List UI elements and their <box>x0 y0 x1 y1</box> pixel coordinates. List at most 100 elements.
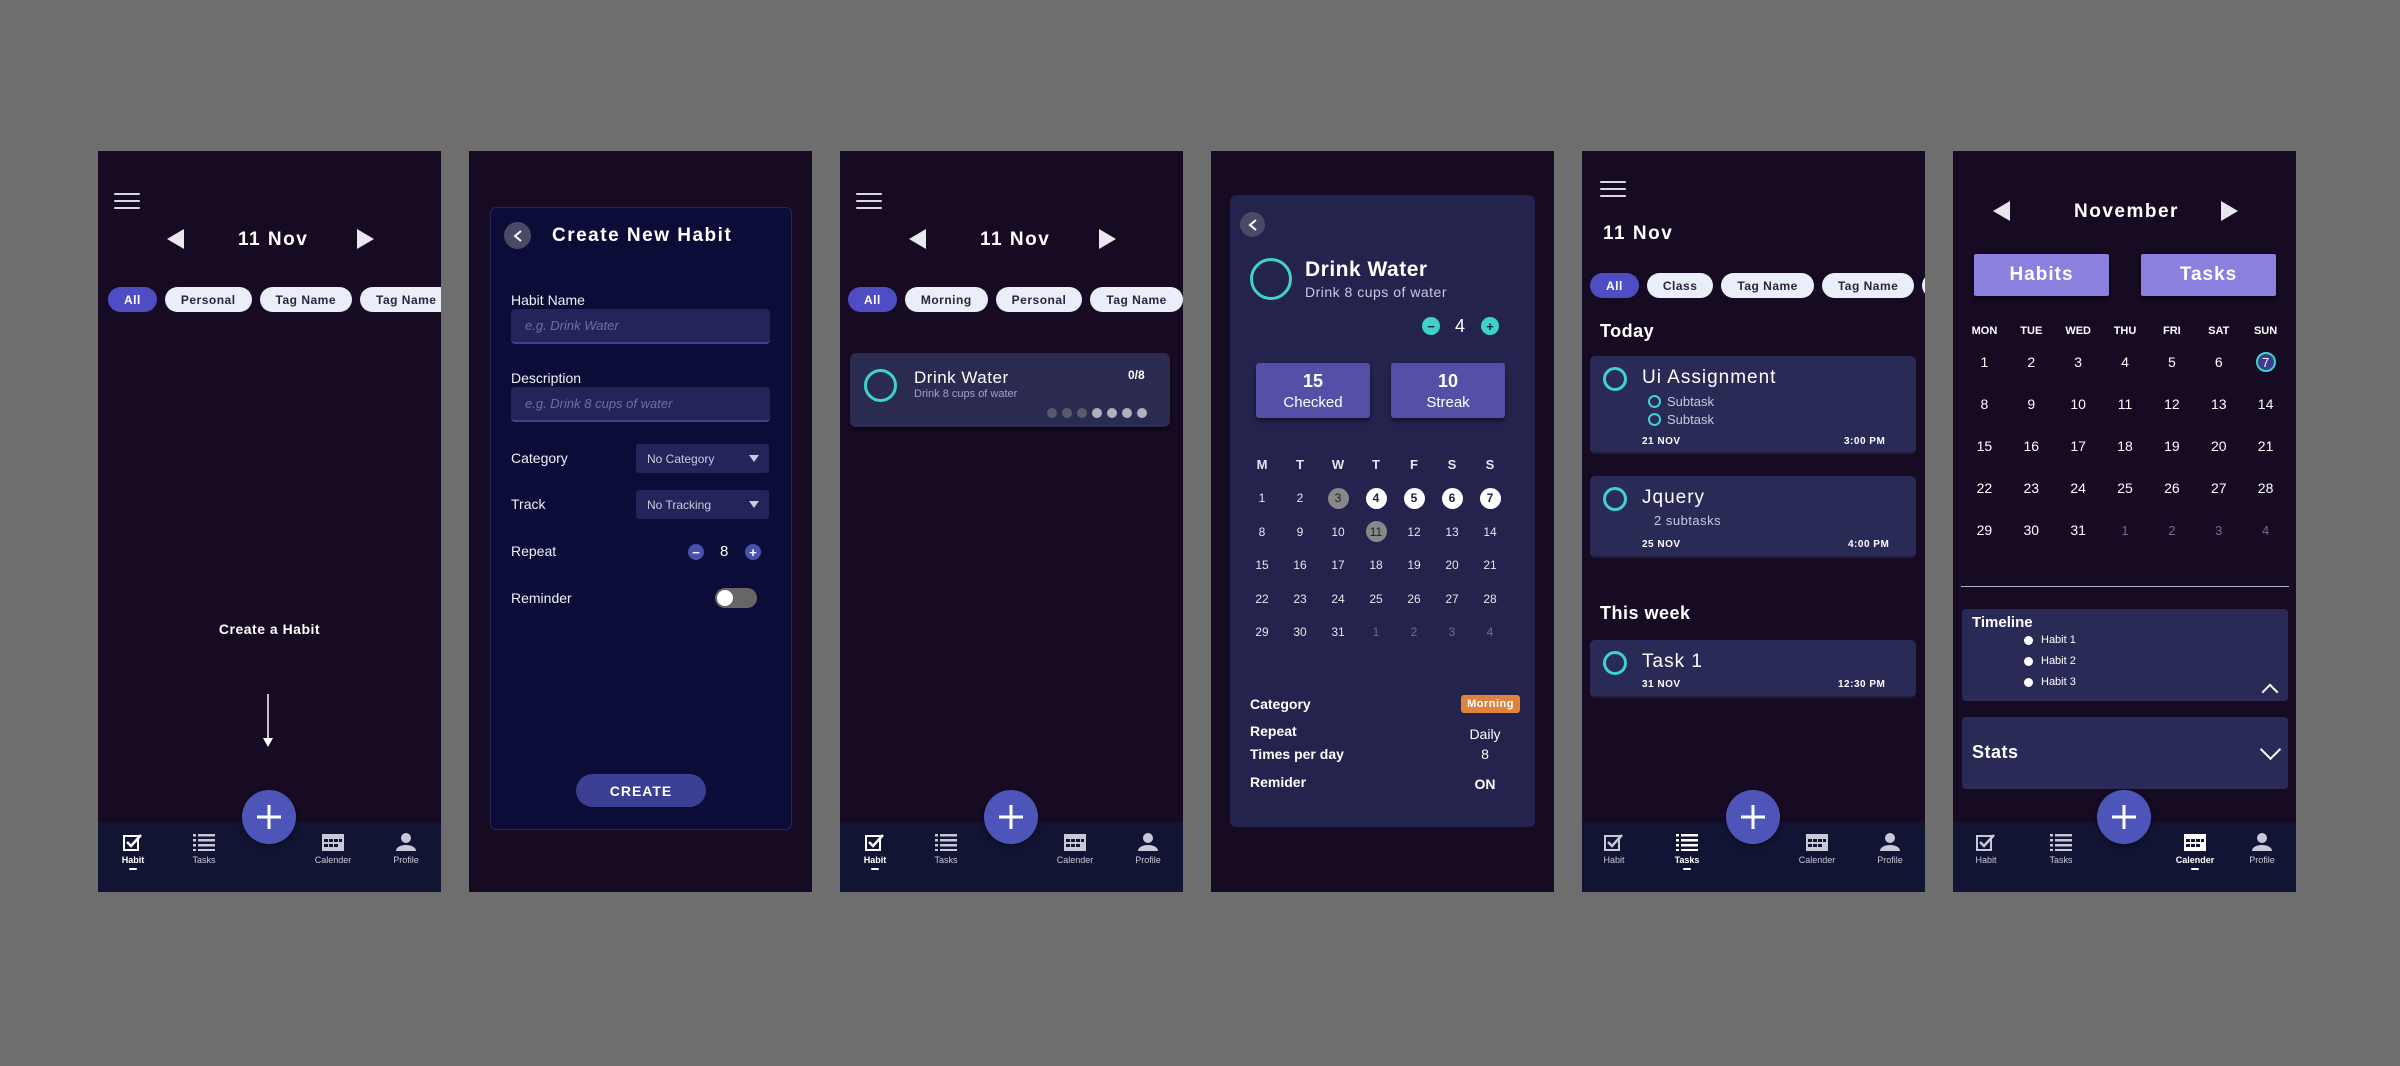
habit-name-input[interactable] <box>511 309 770 344</box>
tag-chip[interactable]: All <box>848 287 897 312</box>
nav-calendar[interactable]: Calender <box>1050 832 1100 865</box>
calendar-day[interactable]: 24 <box>2055 480 2102 496</box>
calendar-day[interactable]: 2 <box>2008 354 2055 370</box>
calendar-day[interactable]: 4 <box>1357 487 1395 509</box>
tag-chip[interactable]: Class <box>1646 273 1714 298</box>
calendar-day[interactable]: 19 <box>1395 555 1433 576</box>
add-item-button[interactable] <box>2097 790 2151 844</box>
count-increment-button[interactable]: + <box>1481 317 1499 335</box>
task-check-ring-icon[interactable] <box>1603 487 1627 511</box>
nav-habit[interactable]: Habit <box>108 832 158 870</box>
tag-chip[interactable]: Tag Name <box>259 287 353 312</box>
back-button[interactable] <box>1240 212 1265 237</box>
calendar-day[interactable]: 1 <box>1961 354 2008 370</box>
calendar-day[interactable]: 4 <box>2102 354 2149 370</box>
calendar-day[interactable]: 7 <box>1471 487 1509 509</box>
tab-habits[interactable]: Habits <box>1974 254 2109 296</box>
calendar-day[interactable]: 1 <box>1357 622 1395 643</box>
calendar-day[interactable]: 31 <box>1319 622 1357 643</box>
menu-icon[interactable] <box>114 193 140 209</box>
calendar-day[interactable]: 21 <box>2242 438 2289 454</box>
timeline-item[interactable]: Habit 3 <box>2024 676 2076 688</box>
calendar-day[interactable]: 2 <box>1281 488 1319 509</box>
calendar-day[interactable]: 18 <box>2102 438 2149 454</box>
nav-habit[interactable]: Habit <box>1589 832 1639 865</box>
next-date-icon[interactable] <box>1099 229 1116 249</box>
nav-profile[interactable]: Profile <box>1123 832 1173 865</box>
menu-icon[interactable] <box>856 193 882 209</box>
calendar-day[interactable]: 17 <box>2055 438 2102 454</box>
timeline-item[interactable]: Habit 1 <box>2024 634 2076 646</box>
subtask-item[interactable]: Subtask <box>1648 412 1714 427</box>
tag-chip[interactable]: Personal <box>995 287 1083 312</box>
timeline-panel[interactable]: Timeline Habit 1 Habit 2 Habit 3 <box>1962 609 2288 701</box>
calendar-day[interactable]: 20 <box>1433 555 1471 576</box>
calendar-day[interactable]: 13 <box>2195 396 2242 412</box>
calendar-day[interactable]: 8 <box>1961 396 2008 412</box>
calendar-day[interactable]: 15 <box>1961 438 2008 454</box>
nav-habit[interactable]: Habit <box>850 832 900 870</box>
tag-chip[interactable]: All <box>108 287 157 312</box>
calendar-day[interactable]: 25 <box>1357 588 1395 609</box>
task-card[interactable]: Task 1 31 NOV 12:30 PM <box>1590 640 1916 698</box>
calendar-day[interactable]: 29 <box>1243 622 1281 643</box>
tag-chip[interactable]: Morning <box>904 287 988 312</box>
calendar-day[interactable]: 10 <box>2055 396 2102 412</box>
nav-profile[interactable]: Profile <box>1865 832 1915 865</box>
calendar-day[interactable]: 21 <box>1471 555 1509 576</box>
tag-chip[interactable]: Tag Name <box>1090 287 1183 312</box>
habit-check-ring-icon[interactable] <box>1250 258 1292 300</box>
back-button[interactable] <box>504 222 531 249</box>
repeat-increment-button[interactable]: + <box>745 544 761 560</box>
calendar-day[interactable]: 23 <box>1281 588 1319 609</box>
calendar-day[interactable]: 1 <box>2102 523 2149 538</box>
calendar-day[interactable]: 22 <box>1961 480 2008 496</box>
nav-calendar[interactable]: Calender <box>1792 832 1842 865</box>
create-button[interactable]: CREATE <box>576 774 706 807</box>
tab-tasks[interactable]: Tasks <box>2141 254 2276 296</box>
calendar-day[interactable]: 27 <box>2195 480 2242 496</box>
tag-chip[interactable]: Tag Name <box>1821 273 1915 298</box>
habit-card[interactable]: Drink Water Drink 8 cups of water 0/8 <box>850 353 1170 427</box>
calendar-day[interactable]: 5 <box>2148 354 2195 370</box>
calendar-day[interactable]: 9 <box>1281 521 1319 542</box>
task-check-ring-icon[interactable] <box>1603 651 1627 675</box>
nav-profile[interactable]: Profile <box>2237 832 2287 865</box>
track-select[interactable]: No Tracking <box>636 490 769 519</box>
task-card[interactable]: Ui Assignment Subtask Subtask 21 NOV 3:0… <box>1590 356 1916 454</box>
description-input[interactable] <box>511 387 770 422</box>
tag-chip[interactable]: Tag Name <box>360 287 441 312</box>
chevron-down-icon[interactable] <box>2259 738 2282 761</box>
task-card[interactable]: Jquery 2 subtasks 25 NOV 4:00 PM <box>1590 476 1916 558</box>
calendar-day[interactable]: 28 <box>1471 588 1509 609</box>
calendar-day[interactable]: 26 <box>2148 480 2195 496</box>
calendar-day[interactable]: 3 <box>1433 622 1471 643</box>
calendar-day[interactable]: 27 <box>1433 588 1471 609</box>
tag-chip[interactable]: Ta <box>1922 273 1925 298</box>
nav-tasks[interactable]: Tasks <box>1662 832 1712 870</box>
nav-calendar[interactable]: Calender <box>308 832 358 865</box>
nav-tasks[interactable]: Tasks <box>2036 832 2086 865</box>
add-habit-button[interactable] <box>984 790 1038 844</box>
calendar-day[interactable]: 14 <box>2242 396 2289 412</box>
prev-date-icon[interactable] <box>909 229 926 249</box>
calendar-day[interactable]: 16 <box>1281 555 1319 576</box>
calendar-day[interactable]: 25 <box>2102 480 2149 496</box>
calendar-day[interactable]: 29 <box>1961 522 2008 538</box>
next-month-icon[interactable] <box>2221 201 2238 221</box>
calendar-day[interactable]: 8 <box>1243 521 1281 542</box>
tag-chip[interactable]: Personal <box>164 287 252 312</box>
calendar-day[interactable]: 2 <box>2148 523 2195 538</box>
calendar-day[interactable]: 4 <box>1471 622 1509 643</box>
nav-tasks[interactable]: Tasks <box>179 832 229 865</box>
prev-date-icon[interactable] <box>167 229 184 249</box>
calendar-day[interactable]: 2 <box>1395 622 1433 643</box>
calendar-day[interactable]: 28 <box>2242 480 2289 496</box>
calendar-day[interactable]: 15 <box>1243 555 1281 576</box>
calendar-day[interactable]: 11 <box>2102 396 2149 412</box>
add-task-button[interactable] <box>1726 790 1780 844</box>
calendar-day[interactable]: 11 <box>1357 521 1395 543</box>
calendar-day[interactable]: 5 <box>1395 487 1433 509</box>
calendar-day[interactable]: 30 <box>2008 522 2055 538</box>
calendar-day[interactable]: 7 <box>2242 352 2289 372</box>
